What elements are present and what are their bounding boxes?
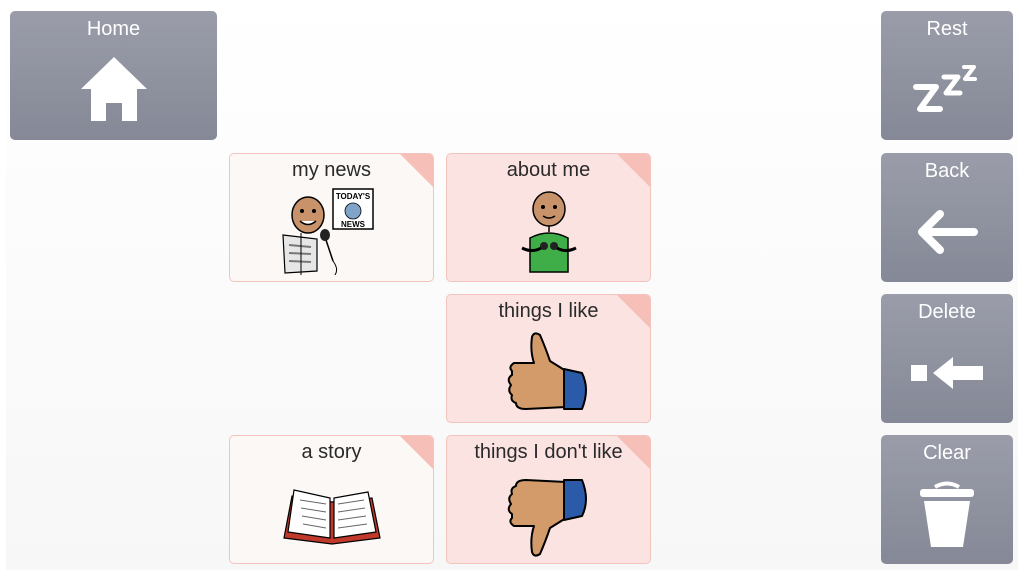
home-label: Home [86,18,141,40]
tile-label: a story [301,441,362,463]
rest-button[interactable]: Rest [881,11,1013,140]
back-label: Back [924,160,970,182]
sleep-zzz-icon [913,65,977,112]
thumbs-up-icon [507,332,587,410]
person-pointing-self-icon [520,191,577,273]
back-button[interactable]: Back [881,153,1013,282]
thumbs-down-icon [507,479,587,557]
delete-button[interactable]: Delete [881,294,1013,423]
tile-label: my news [292,159,371,181]
tile-my-news[interactable]: my news TODAY'S NEWS [229,153,434,282]
news-badge-line2: NEWS [341,220,366,229]
tile-a-story[interactable]: a story [229,435,434,564]
house-icon [80,57,147,121]
tile-label: about me [506,159,591,181]
trash-icon [920,481,974,547]
news-badge-line1: TODAY'S [335,192,370,201]
delete-backspace-icon [911,357,983,389]
news-reporter-icon: TODAY'S NEWS [281,188,374,275]
tile-label: things I like [498,300,599,322]
open-book-icon [282,489,381,545]
rest-label: Rest [926,18,968,40]
clear-label: Clear [923,442,971,464]
tile-things-i-dont-like[interactable]: things I don't like [446,435,651,564]
delete-label: Delete [918,301,976,323]
clear-button[interactable]: Clear [881,435,1013,564]
tile-label: things I don't like [474,441,623,463]
tile-things-i-like[interactable]: things I like [446,294,651,423]
home-button[interactable]: Home [10,11,217,140]
arrow-left-icon [918,210,978,254]
tile-about-me[interactable]: about me [446,153,651,282]
